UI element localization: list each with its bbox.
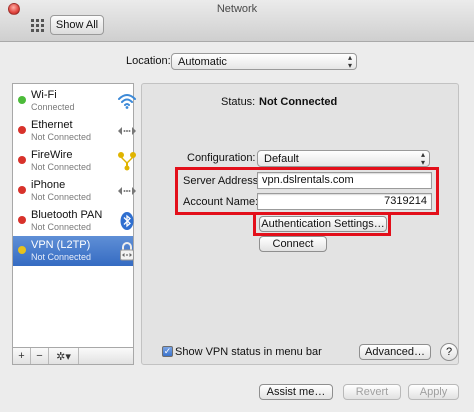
service-status: Not Connected: [31, 252, 92, 262]
service-item-vpn-l2tp[interactable]: VPN (L2TP) Not Connected: [13, 236, 134, 266]
service-item-iphone[interactable]: iPhone Not Connected: [13, 176, 136, 206]
popup-arrows-icon: ▴ ▾: [420, 150, 425, 167]
location-label: Location:: [126, 55, 171, 67]
service-name: FireWire: [31, 149, 73, 161]
service-list: Wi-Fi Connected Ethernet Not Connected F…: [12, 83, 136, 348]
grid-icon[interactable]: [30, 17, 46, 33]
status-value: Not Connected: [259, 96, 338, 108]
window-title: Network: [216, 3, 258, 15]
vpn-lock-icon: [117, 241, 137, 261]
location-value: Automatic: [178, 56, 227, 68]
configuration-label: Configuration:: [187, 152, 256, 164]
status-dot: [18, 216, 26, 224]
connect-button[interactable]: Connect: [259, 236, 327, 252]
highlight-box-fields: [175, 167, 439, 215]
show-all-button[interactable]: Show All: [50, 15, 104, 35]
service-name: Wi-Fi: [31, 89, 57, 101]
show-vpn-status-checkbox[interactable]: ✓: [162, 346, 173, 357]
configuration-popup[interactable]: Default ▴ ▾: [257, 150, 430, 167]
service-list-toolbar: + − ✲▾: [12, 348, 134, 365]
add-service-button[interactable]: +: [13, 348, 31, 364]
status-dot: [18, 126, 26, 134]
configuration-value: Default: [264, 153, 299, 165]
service-name: VPN (L2TP): [31, 239, 91, 251]
service-status: Not Connected: [31, 222, 92, 232]
service-item-firewire[interactable]: FireWire Not Connected: [13, 146, 136, 176]
service-status: Connected: [31, 102, 75, 112]
status-dot: [18, 246, 26, 254]
remove-service-button[interactable]: −: [31, 348, 49, 364]
service-status: Not Connected: [31, 192, 92, 202]
help-button[interactable]: ?: [440, 343, 458, 361]
service-status: Not Connected: [31, 132, 92, 142]
status-dot: [18, 96, 26, 104]
service-status: Not Connected: [31, 162, 92, 172]
popup-arrows-icon: ▴ ▾: [347, 53, 352, 70]
service-name: iPhone: [31, 179, 66, 191]
wifi-icon: [117, 91, 137, 111]
status-dot: [18, 186, 26, 194]
firewire-icon: [117, 151, 137, 171]
status-dot: [18, 156, 26, 164]
highlight-box-auth: [253, 212, 391, 236]
status-label: Status:: [221, 96, 256, 108]
assist-me-button[interactable]: Assist me…: [259, 384, 333, 400]
service-item-bluetooth-pan[interactable]: Bluetooth PAN Not Connected: [13, 206, 134, 236]
show-vpn-status-label: Show VPN status in menu bar: [175, 346, 322, 358]
iphone-icon: [117, 181, 137, 201]
service-item-wifi[interactable]: Wi-Fi Connected: [13, 86, 136, 116]
apply-button[interactable]: Apply: [408, 384, 459, 400]
service-item-ethernet[interactable]: Ethernet Not Connected: [13, 116, 136, 146]
bluetooth-icon: [117, 211, 137, 231]
location-popup[interactable]: Automatic ▴ ▾: [171, 53, 357, 70]
advanced-button[interactable]: Advanced…: [359, 344, 431, 360]
service-name: Ethernet: [31, 119, 73, 131]
ethernet-icon: [117, 121, 137, 141]
revert-button[interactable]: Revert: [343, 384, 401, 400]
gear-menu-button[interactable]: ✲▾: [49, 348, 79, 364]
service-name: Bluetooth PAN: [31, 209, 103, 221]
